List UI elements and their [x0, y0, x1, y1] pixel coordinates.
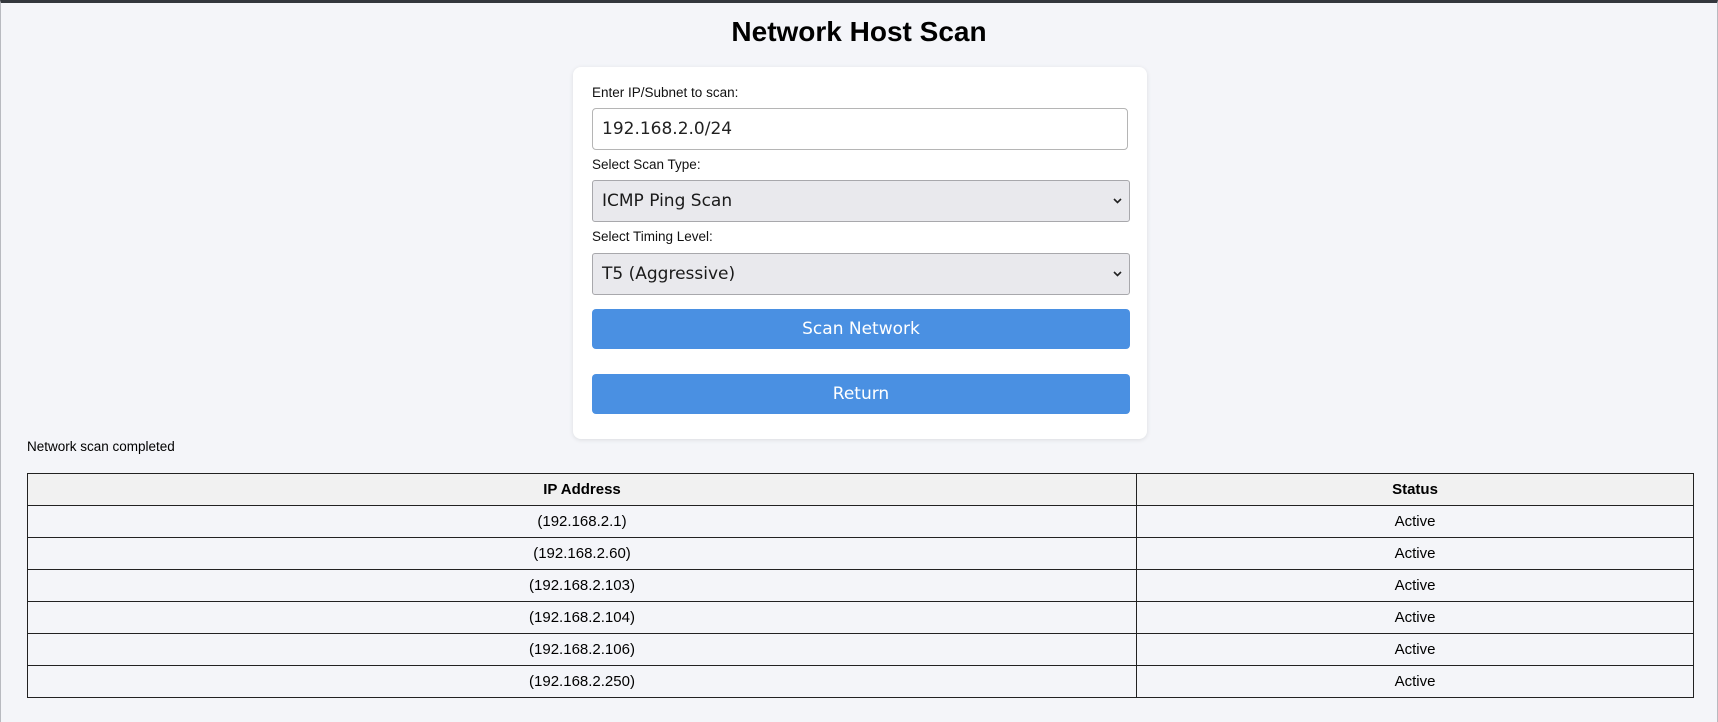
ip-address-cell: (192.168.2.250): [27, 665, 1137, 698]
return-button[interactable]: Return: [592, 374, 1130, 414]
table-header-row: IP Address Status: [27, 473, 1694, 506]
ip-address-cell: (192.168.2.106): [27, 633, 1137, 666]
scan-type-label: Select Scan Type:: [592, 157, 701, 172]
status-cell: Active: [1136, 537, 1694, 570]
ip-address-cell: (192.168.2.1): [27, 505, 1137, 538]
status-cell: Active: [1136, 601, 1694, 634]
ip-address-cell: (192.168.2.60): [27, 537, 1137, 570]
table-row: (192.168.2.104) Active: [27, 601, 1694, 634]
status-cell: Active: [1136, 569, 1694, 602]
table-row: (192.168.2.103) Active: [27, 569, 1694, 602]
scan-type-selected-value: ICMP Ping Scan: [602, 191, 733, 211]
page-title: Network Host Scan: [731, 16, 987, 47]
timing-level-select[interactable]: T5 (Aggressive): [592, 253, 1130, 295]
table-row: (192.168.2.106) Active: [27, 633, 1694, 666]
timing-level-label: Select Timing Level:: [592, 229, 713, 244]
scan-type-select[interactable]: ICMP Ping Scan: [592, 180, 1130, 222]
status-header: Status: [1136, 473, 1694, 506]
ip-subnet-input-value: 192.168.2.0/24: [602, 119, 733, 139]
timing-level-selected-value: T5 (Aggressive): [602, 264, 736, 284]
scan-form-card: Enter IP/Subnet to scan: 192.168.2.0/24 …: [573, 67, 1147, 439]
chevron-down-icon: [1111, 181, 1123, 221]
table-row: (192.168.2.60) Active: [27, 537, 1694, 570]
ip-subnet-input[interactable]: 192.168.2.0/24: [592, 108, 1128, 150]
table-row: (192.168.2.1) Active: [27, 505, 1694, 538]
ip-subnet-label: Enter IP/Subnet to scan:: [592, 85, 739, 100]
scan-network-button[interactable]: Scan Network: [592, 309, 1130, 349]
status-cell: Active: [1136, 505, 1694, 538]
scan-status-message: Network scan completed: [27, 439, 175, 454]
table-row: (192.168.2.250) Active: [27, 665, 1694, 698]
chevron-down-icon: [1111, 254, 1123, 294]
status-cell: Active: [1136, 633, 1694, 666]
ip-address-header: IP Address: [27, 473, 1137, 506]
ip-address-cell: (192.168.2.103): [27, 569, 1137, 602]
scan-results-table: IP Address Status (192.168.2.1) Active (…: [27, 473, 1694, 698]
status-cell: Active: [1136, 665, 1694, 698]
ip-address-cell: (192.168.2.104): [27, 601, 1137, 634]
